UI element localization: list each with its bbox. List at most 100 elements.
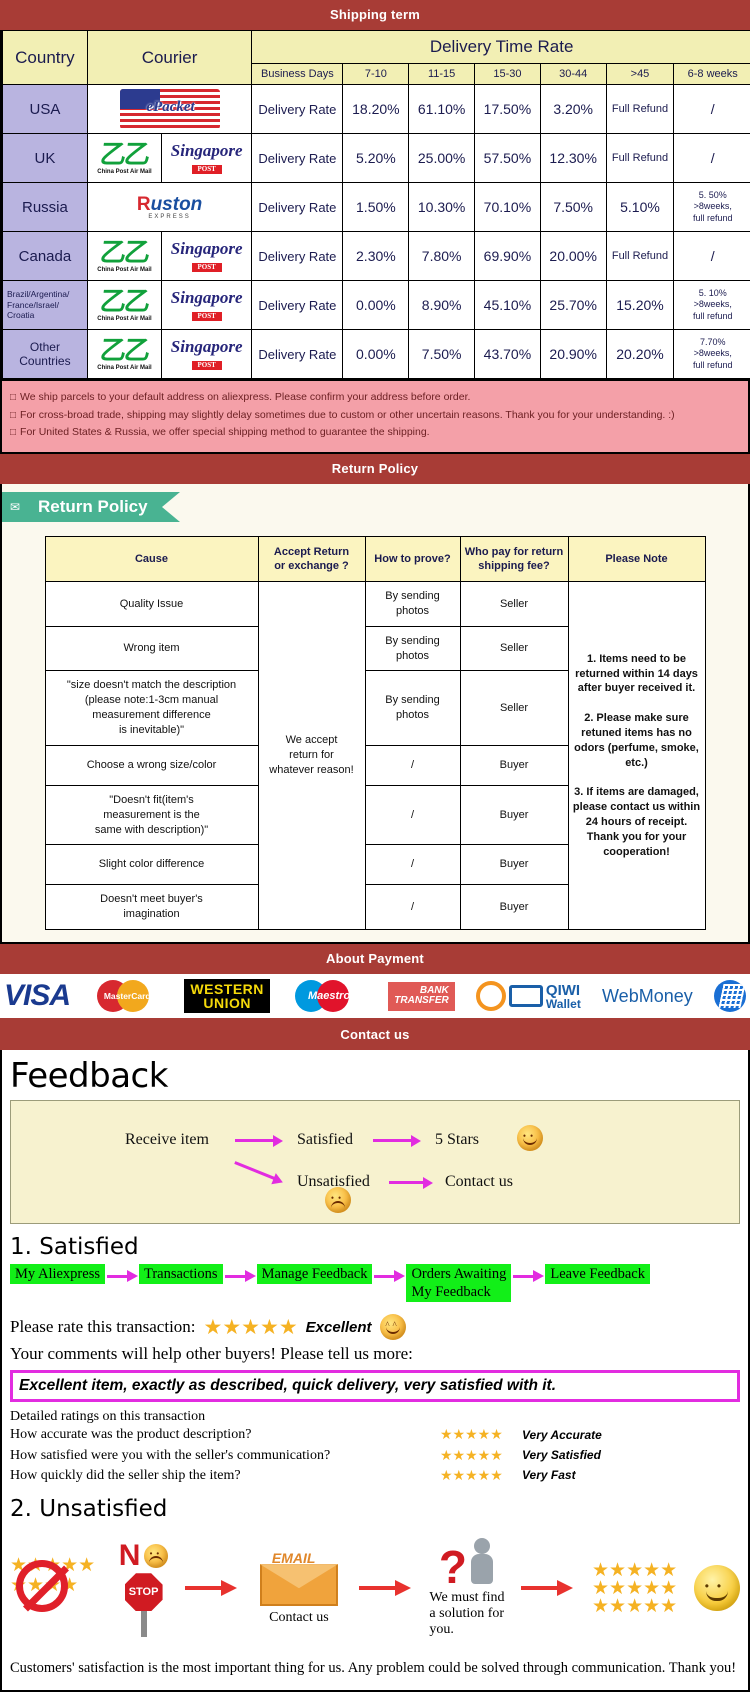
header-range-11-15: 11-15 xyxy=(409,64,475,85)
header-how-to-prove: How to prove? xyxy=(365,536,460,582)
header-who-pays: Who pay for return shipping fee? xyxy=(460,536,568,582)
flow-arrow-icon xyxy=(359,1580,413,1596)
big-smile-group: •• xyxy=(694,1565,740,1611)
prove-cell: / xyxy=(365,885,460,930)
prove-cell: / xyxy=(365,745,460,785)
shipping-term-banner: Shipping term xyxy=(0,0,750,30)
about-payment-banner: About Payment xyxy=(0,944,750,974)
rate-cell: 69.90% xyxy=(475,232,541,281)
maestro-logo: Maestro xyxy=(291,978,367,1014)
china-post-logo-cell: 乙乙 China Post Air Mail xyxy=(87,134,161,183)
please-note-cell: 1. Items need to be returned within 14 d… xyxy=(568,582,705,930)
feedback-flow-box: Receive item Satisfied 5 Stars •• Unsati… xyxy=(10,1100,740,1224)
cause-cell: Doesn't meet buyer's imagination xyxy=(45,885,258,930)
cause-cell: "size doesn't match the description (ple… xyxy=(45,671,258,745)
no-rating-icon: ★★★★★★★★★ xyxy=(10,1548,102,1628)
question-mark-icon: ? xyxy=(439,1547,467,1588)
return-policy-banner: Return Policy xyxy=(0,454,750,484)
detailed-rating-row: How quickly did the seller ship the item… xyxy=(10,1466,740,1486)
detailed-rating-row: How accurate was the product description… xyxy=(10,1425,740,1445)
webmoney-globe-icon xyxy=(714,978,746,1014)
rate-cell: 1.50% xyxy=(343,183,409,232)
rate-cell: Full Refund xyxy=(606,85,674,134)
header-delivery-time-rate: Delivery Time Rate xyxy=(252,31,750,64)
cause-cell: Quality Issue xyxy=(45,582,258,627)
cause-cell: "Doesn't fit(item's measurement is the s… xyxy=(45,785,258,845)
detailed-rating-value: Very Accurate xyxy=(522,1427,602,1444)
closing-message: Customers' satisfaction is the most impo… xyxy=(10,1658,740,1680)
chain-arrow-icon xyxy=(105,1266,139,1288)
stop-sign-icon: STOP xyxy=(125,1573,163,1611)
china-post-logo-cell: 乙乙 China Post Air Mail xyxy=(87,232,161,281)
detailed-rating-stars[interactable]: ★★★★★ xyxy=(440,1466,522,1486)
table-row: Russia Ruston EXPRESS Delivery Rate 1.50… xyxy=(3,183,750,232)
cause-cell: Wrong item xyxy=(45,626,258,671)
shipping-note-item: For United States & Russia, we offer spe… xyxy=(10,424,740,442)
payer-cell: Buyer xyxy=(460,885,568,930)
header-range-15-30: 15-30 xyxy=(475,64,541,85)
chain-step-transactions[interactable]: Transactions xyxy=(139,1264,223,1284)
china-post-air-mail-icon: 乙乙 China Post Air Mail xyxy=(97,289,151,322)
rate-cell: 5.20% xyxy=(343,134,409,183)
rate-cell: 7.50% xyxy=(409,330,475,379)
payment-methods-row: VISA MasterCard WESTERN UNION Maestro BA… xyxy=(0,974,750,1020)
detailed-rating-row: How satisfied were you with the seller's… xyxy=(10,1446,740,1466)
envelope-icon: ✉ xyxy=(2,492,28,522)
flow-arrow-to-five-stars xyxy=(373,1135,425,1145)
country-cell: UK xyxy=(3,134,88,183)
chain-arrow-icon xyxy=(223,1266,257,1288)
chain-step-orders-awaiting[interactable]: Orders Awaiting My Feedback xyxy=(406,1264,511,1302)
comment-textbox[interactable]: Excellent item, exactly as described, qu… xyxy=(10,1370,740,1402)
payer-cell: Seller xyxy=(460,626,568,671)
rate-cell: Full Refund xyxy=(606,232,674,281)
wallet-icon xyxy=(509,985,543,1007)
happy-face-icon: •• xyxy=(517,1125,543,1151)
rate-label-cell: Delivery Rate xyxy=(252,183,343,232)
rate-cell: 7.80% xyxy=(409,232,475,281)
rating-stars[interactable]: ★★★★★ xyxy=(204,1315,298,1339)
stop-post xyxy=(141,1611,147,1637)
satisfied-heading: 1. Satisfied xyxy=(10,1234,740,1260)
header-range-over-45: >45 xyxy=(606,64,674,85)
five-star-rating-icon: ★★★★★ ★★★★★ ★★★★★ xyxy=(592,1561,677,1615)
table-row: Quality Issue We accept return for whate… xyxy=(45,582,705,627)
header-range-6-8-weeks: 6-8 weeks xyxy=(674,64,750,85)
flow-arrow-icon xyxy=(521,1580,575,1596)
rate-cell: 25.00% xyxy=(409,134,475,183)
return-policy-ribbon-label: Return Policy xyxy=(28,492,162,522)
accept-return-cell: We accept return for whatever reason! xyxy=(258,582,365,930)
unsatisfied-flow-row: ★★★★★★★★★ N •• STOP EMAIL xyxy=(10,1528,740,1648)
happy-face-icon: •• xyxy=(694,1565,740,1611)
flow-receive-item: Receive item xyxy=(125,1131,209,1149)
rate-cell: 0.00% xyxy=(343,330,409,379)
rate-cell: 5. 10% >8weeks, full refund xyxy=(674,281,750,330)
singapore-post-icon: Singapore POST xyxy=(171,240,243,273)
rate-label-cell: Delivery Rate xyxy=(252,85,343,134)
singapore-post-logo-cell: Singapore POST xyxy=(162,281,252,330)
header-courier: Courier xyxy=(87,31,251,85)
no-letter-label: N xyxy=(119,1539,141,1573)
rate-cell: 3.20% xyxy=(540,85,606,134)
feedback-section: Feedback Receive item Satisfied 5 Stars … xyxy=(0,1050,750,1692)
detailed-rating-stars[interactable]: ★★★★★ xyxy=(440,1425,522,1445)
rate-cell: 15.20% xyxy=(606,281,674,330)
mastercard-logo: MasterCard xyxy=(91,978,163,1014)
feedback-title: Feedback xyxy=(10,1056,740,1096)
detailed-rating-stars[interactable]: ★★★★★ xyxy=(440,1446,522,1466)
header-please-note: Please Note xyxy=(568,536,705,582)
detailed-rating-value: Very Satisfied xyxy=(522,1447,601,1464)
chain-step-my-aliexpress[interactable]: My Aliexpress xyxy=(10,1264,105,1284)
chain-step-leave-feedback[interactable]: Leave Feedback xyxy=(545,1264,650,1284)
detailed-rating-question: How quickly did the seller ship the item… xyxy=(10,1466,440,1486)
rate-cell: 10.30% xyxy=(409,183,475,232)
email-group: EMAIL Contact us xyxy=(256,1550,342,1626)
header-accept-return: Accept Return or exchange ? xyxy=(258,536,365,582)
qiwi-circle-icon xyxy=(476,981,506,1011)
rate-cell: 43.70% xyxy=(475,330,541,379)
cause-cell: Slight color difference xyxy=(45,845,258,885)
header-business-days: Business Days xyxy=(252,64,343,85)
five-star-group: ★★★★★ ★★★★★ ★★★★★ xyxy=(592,1561,677,1615)
rate-cell: / xyxy=(674,85,750,134)
shipping-notes: We ship parcels to your default address … xyxy=(2,379,748,452)
chain-step-manage-feedback[interactable]: Manage Feedback xyxy=(257,1264,373,1284)
